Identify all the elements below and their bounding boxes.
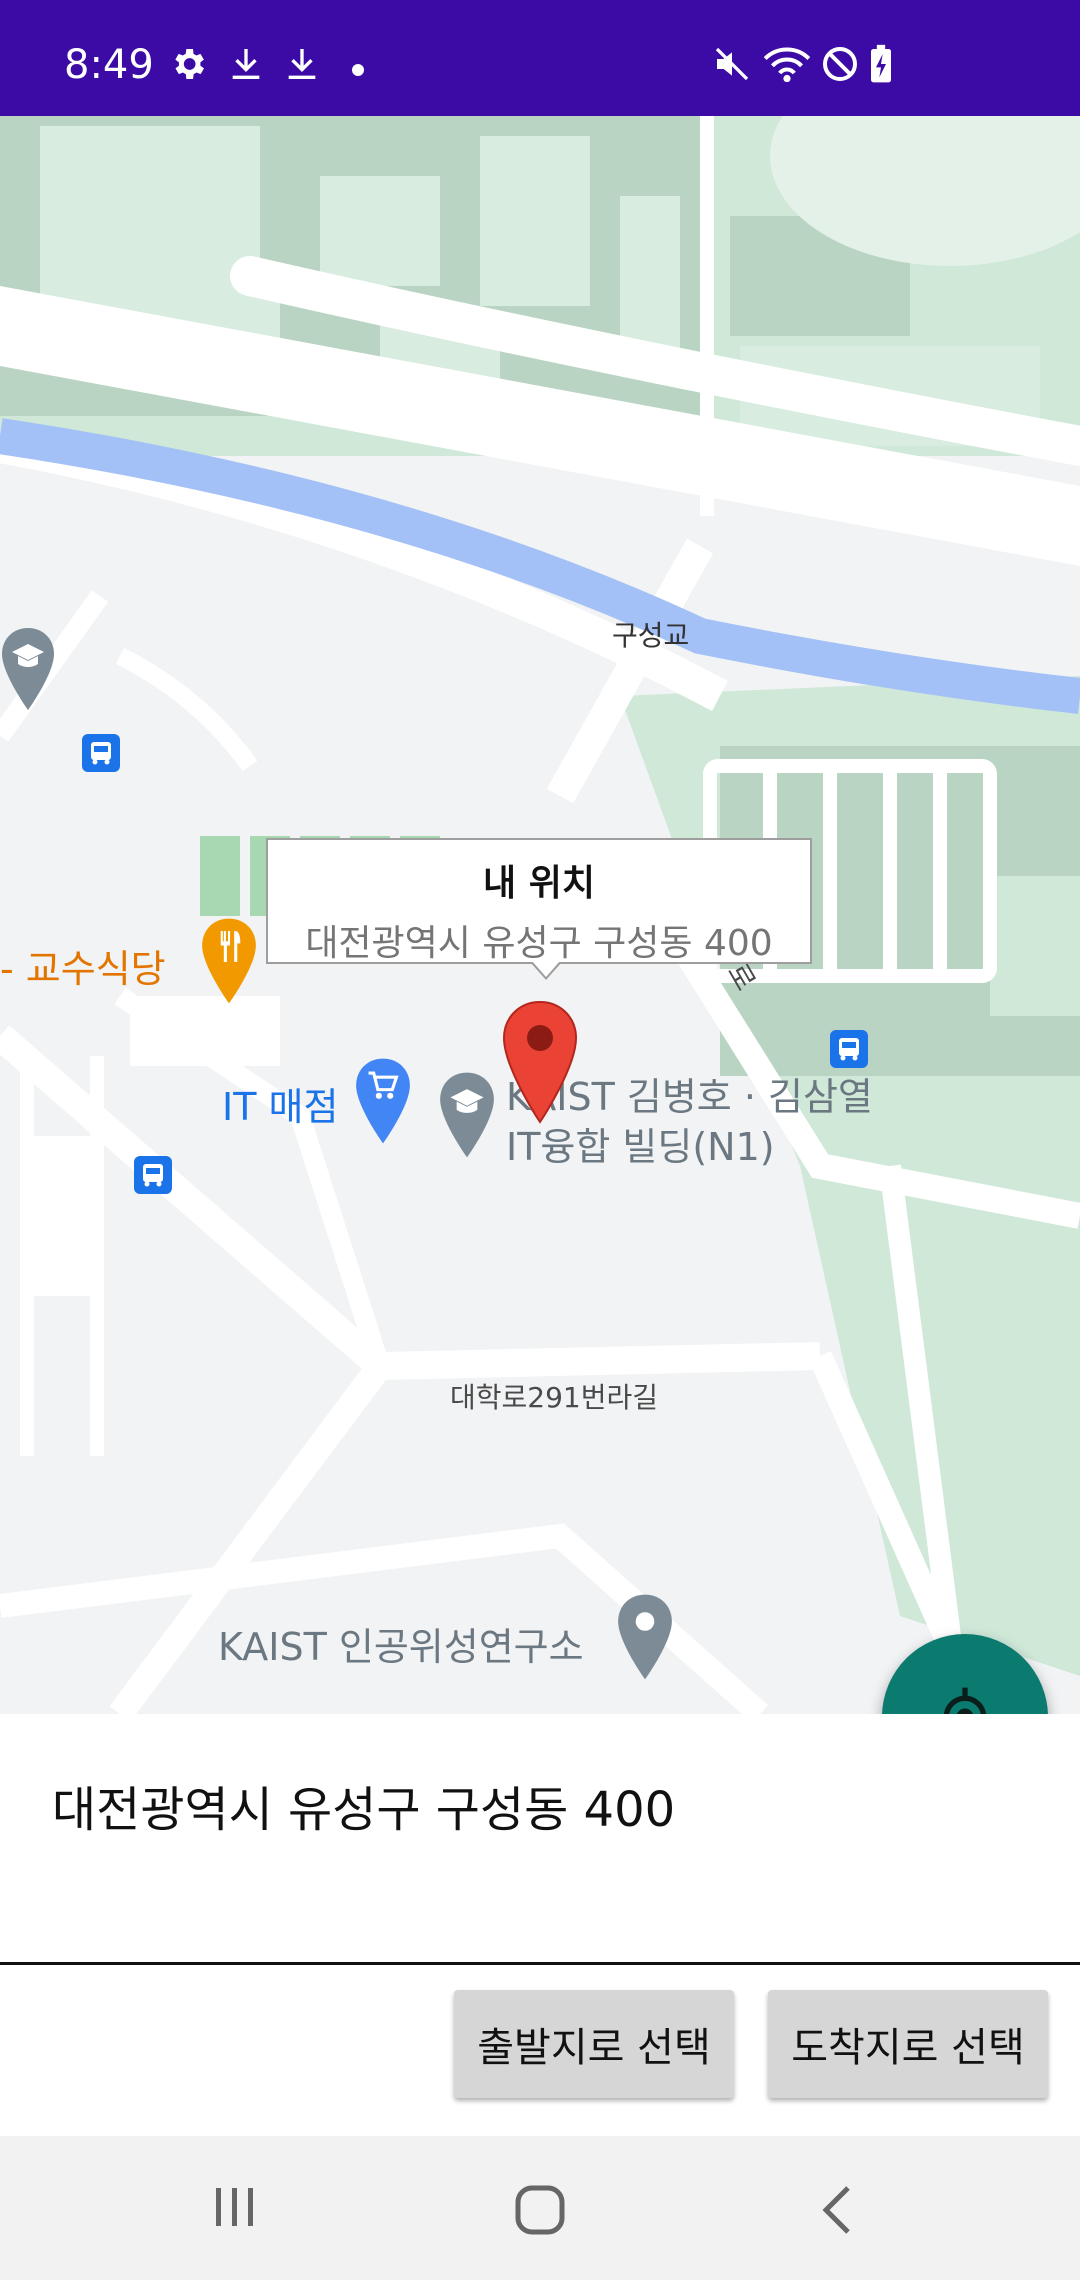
bus-stop-icon[interactable] xyxy=(82,734,120,772)
info-window-snippet: 대전광역시 유성구 구성동 400 xyxy=(305,923,773,964)
bus-stop-icon[interactable] xyxy=(830,1030,868,1068)
status-time: 8:49 xyxy=(64,42,154,88)
cafeteria-label[interactable]: - 교수식당 xyxy=(0,938,166,993)
bus-stop-icon[interactable] xyxy=(134,1156,172,1194)
school-pin-icon[interactable] xyxy=(0,626,58,712)
settings-icon xyxy=(175,49,204,79)
do-not-disturb-icon xyxy=(823,47,857,81)
school-pin-icon[interactable] xyxy=(436,1070,498,1160)
back-icon[interactable] xyxy=(818,2184,858,2236)
restaurant-pin-icon[interactable] xyxy=(198,916,260,1006)
store-label[interactable]: IT 매점 xyxy=(222,1076,338,1131)
download-icon xyxy=(288,49,316,79)
dot-icon xyxy=(352,64,364,76)
system-nav-bar xyxy=(0,2136,1080,2280)
download-icon xyxy=(232,49,260,79)
red-location-pin-icon[interactable] xyxy=(500,1000,580,1124)
info-window-tail-inner xyxy=(532,961,560,977)
place-pin-icon[interactable] xyxy=(614,1592,676,1682)
mute-icon xyxy=(715,47,749,81)
street-label: 대학로291번라길 xyxy=(450,1381,659,1414)
select-destination-button[interactable]: 도착지로 선택 xyxy=(768,1990,1048,2098)
select-start-button[interactable]: 출발지로 선택 xyxy=(454,1990,734,2098)
bridge-label: 구성교 xyxy=(612,619,690,652)
building-label-line2[interactable]: IT융합 빌딩(N1) xyxy=(506,1116,775,1171)
wifi-icon xyxy=(763,47,811,83)
shopping-cart-pin-icon[interactable] xyxy=(352,1056,414,1146)
map-view[interactable]: 구성교 로 - 교수식당 IT 매점 KAIST 김병호 · 김삼열 IT융합 … xyxy=(0,116,1080,1714)
marker-info-window[interactable]: 내 위치 대전광역시 유성구 구성동 400 xyxy=(266,838,812,980)
my-location-crosshair-icon xyxy=(943,1687,987,1714)
divider xyxy=(0,1962,1080,1965)
home-icon[interactable] xyxy=(514,2184,566,2236)
institute-label[interactable]: KAIST 인공위성연구소 xyxy=(218,1616,584,1671)
battery-charging-icon xyxy=(871,44,891,83)
selected-address: 대전광역시 유성구 구성동 400 xyxy=(52,1782,676,1838)
recent-apps-icon[interactable] xyxy=(212,2184,258,2230)
status-bar: 8:49 xyxy=(0,0,1080,116)
info-window-title: 내 위치 xyxy=(483,863,595,904)
